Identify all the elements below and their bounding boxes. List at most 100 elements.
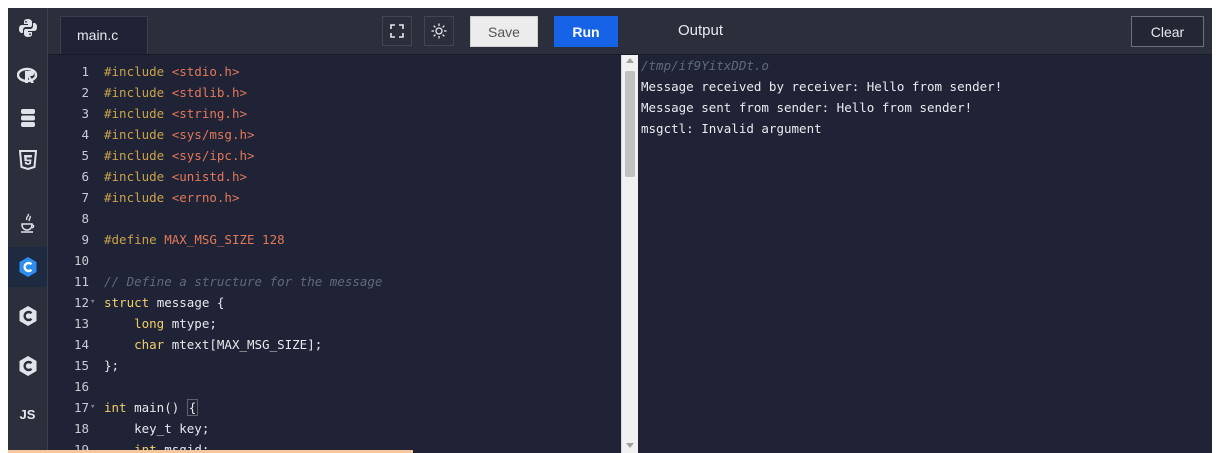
cpp-icon [19, 306, 36, 326]
code-token: mtext[MAX_MSG_SIZE]; [171, 337, 323, 352]
clear-button[interactable]: Clear [1131, 16, 1204, 47]
code-line[interactable]: 4 #include <sys/msg.h> [48, 124, 621, 145]
line-number: 10 [73, 253, 89, 268]
code-line[interactable]: 16 [48, 376, 621, 397]
sidebar-item-js[interactable]: JS [8, 394, 47, 434]
code-text: struct message { [104, 292, 224, 313]
fullscreen-icon [390, 24, 404, 38]
line-number: 1 [81, 64, 89, 79]
code-text: char mtext[MAX_MSG_SIZE]; [104, 334, 322, 355]
code-line[interactable]: 18 key_t key; [48, 418, 621, 439]
line-number: 16 [73, 379, 89, 394]
sidebar-item-sql[interactable] [8, 98, 47, 138]
code-line[interactable]: 1 #include <stdio.h> [48, 61, 621, 82]
line-number: 8 [81, 211, 89, 226]
python-icon [18, 19, 37, 37]
code-token: long [104, 316, 172, 331]
code-text: #include <string.h> [104, 103, 247, 124]
output-line: msgctl: Invalid argument [641, 121, 822, 136]
code-line[interactable]: 5 #include <sys/ipc.h> [48, 145, 621, 166]
code-token: #include [104, 148, 172, 163]
line-number: 18 [73, 421, 89, 436]
file-tab-main-c[interactable]: main.c [60, 16, 148, 54]
code-editor[interactable]: 1 #include <stdio.h> 2 #include <stdlib.h> 3… [48, 55, 621, 453]
online-compiler-app: JS main.c Save Run Output Clear 1 #inclu… [8, 8, 1212, 453]
code-line[interactable]: 6 #include <unistd.h> [48, 166, 621, 187]
code-line[interactable]: 13 long mtype; [48, 313, 621, 334]
code-text: #define MAX_MSG_SIZE 128 [104, 229, 285, 250]
code-token: <sys/ipc.h> [171, 148, 255, 163]
line-number: 13 [73, 316, 89, 331]
code-line[interactable]: 2 #include <stdlib.h> [48, 82, 621, 103]
code-token: mtype; [171, 316, 217, 331]
scroll-thumb[interactable] [625, 71, 635, 177]
sidebar-item-c[interactable] [8, 247, 47, 287]
code-token: #include [104, 190, 172, 205]
sidebar-item-python[interactable] [8, 8, 47, 48]
scroll-down-arrow-icon[interactable] [626, 443, 634, 448]
csharp-icon [19, 356, 36, 376]
code-line[interactable]: 8 [48, 208, 621, 229]
code-line[interactable]: 9 #define MAX_MSG_SIZE 128 [48, 229, 621, 250]
line-number: 17 [73, 400, 89, 415]
line-number: 15 [73, 358, 89, 373]
editor-scrollbar[interactable] [621, 55, 638, 453]
code-token: }; [104, 358, 120, 373]
code-token: #define [104, 232, 165, 247]
code-token: #include [104, 64, 172, 79]
code-text: }; [104, 355, 119, 376]
sidebar-item-r[interactable] [8, 56, 47, 96]
line-number: 2 [81, 85, 89, 100]
code-token: <string.h> [171, 106, 247, 121]
code-line[interactable]: 3 #include <string.h> [48, 103, 621, 124]
code-token: #include [104, 106, 172, 121]
code-token: int [104, 400, 135, 415]
code-line[interactable]: 14 char mtext[MAX_MSG_SIZE]; [48, 334, 621, 355]
code-token: #include [104, 169, 172, 184]
code-token: <stdio.h> [171, 64, 240, 79]
run-button[interactable]: Run [554, 16, 618, 47]
line-number: 6 [81, 169, 89, 184]
line-number: 12 [73, 295, 89, 310]
sidebar-item-csharp[interactable] [8, 346, 47, 386]
code-line[interactable]: 7 #include <errno.h> [48, 187, 621, 208]
html5-icon [18, 150, 37, 170]
code-token: key_t key; [104, 421, 210, 436]
theme-toggle-button[interactable] [424, 16, 454, 46]
sidebar-item-cpp[interactable] [8, 296, 47, 336]
code-token: main() [134, 400, 187, 415]
top-toolbar: main.c Save Run Output Clear [48, 8, 1212, 55]
line-number: 11 [73, 274, 89, 289]
fold-toggle-icon[interactable]: ▾ [90, 397, 95, 418]
line-number: 9 [81, 232, 89, 247]
fullscreen-button[interactable] [382, 16, 412, 46]
save-button[interactable]: Save [470, 16, 538, 47]
line-number: 4 [81, 127, 89, 142]
sidebar-item-html[interactable] [8, 140, 47, 180]
code-token: // Define a structure for the message [104, 274, 383, 289]
code-line[interactable]: 17 ▾ int main() { [48, 397, 621, 418]
code-line[interactable]: 10 [48, 250, 621, 271]
code-text: #include <sys/ipc.h> [104, 145, 255, 166]
code-text: #include <stdlib.h> [104, 82, 247, 103]
language-sidebar: JS [8, 8, 48, 453]
output-title: Output [678, 22, 724, 39]
code-token: <stdlib.h> [171, 85, 247, 100]
code-token: char [104, 337, 172, 352]
scroll-up-arrow-icon[interactable] [626, 58, 634, 63]
code-line[interactable]: 15}; [48, 355, 621, 376]
output-line: Message sent from sender: Hello from sen… [641, 100, 973, 115]
line-number: 5 [81, 148, 89, 163]
code-token: <errno.h> [171, 190, 240, 205]
database-icon [20, 109, 35, 127]
sidebar-item-java[interactable] [8, 204, 47, 244]
java-icon [20, 213, 34, 233]
code-token: struct [104, 295, 157, 310]
fold-toggle-icon[interactable]: ▾ [90, 292, 95, 313]
code-text: #include <unistd.h> [104, 166, 247, 187]
code-text: int main() { [104, 397, 199, 418]
code-line[interactable]: 12 ▾ struct message { [48, 292, 621, 313]
code-token: #include [104, 85, 172, 100]
code-token: { [186, 399, 199, 416]
code-line[interactable]: 11 // Define a structure for the message [48, 271, 621, 292]
